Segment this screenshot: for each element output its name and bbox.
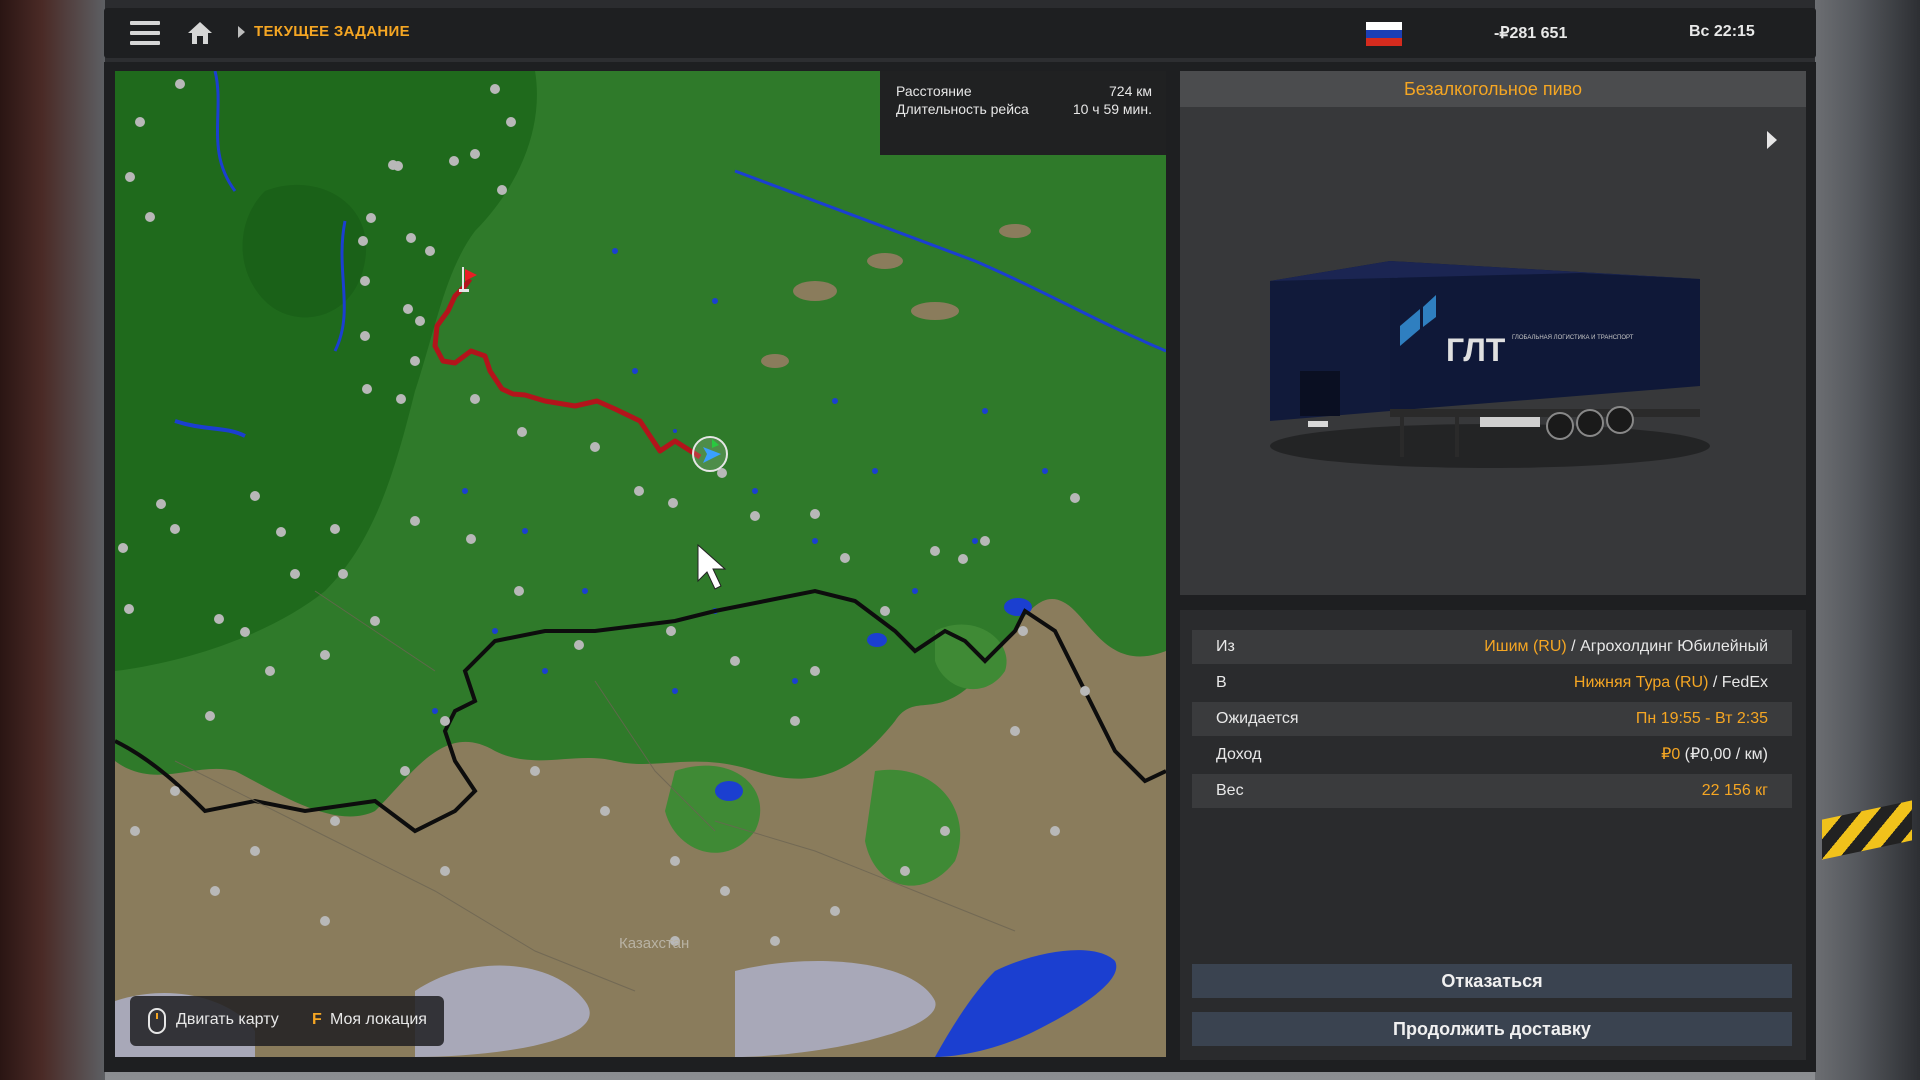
income-value: ₽0 [1661, 746, 1681, 763]
from-company: / Агрохолдинг Юбилейный [1566, 638, 1768, 655]
duration-value: 10 ч 59 мин. [1072, 101, 1152, 117]
route-map[interactable]: Казахстан [115, 71, 1166, 1057]
weight-row: Вес 22 156 кг [1192, 774, 1792, 808]
cargo-preview: Безалкогольное пиво ГЛТ ГЛОБАЛЬНАЯ ЛОГИС… [1180, 71, 1806, 595]
chevron-right-icon[interactable] [1767, 131, 1777, 149]
cancel-job-button[interactable]: Отказаться [1192, 964, 1792, 998]
hamburger-icon[interactable] [130, 21, 160, 45]
job-details: Из Ишим (RU) / Агрохолдинг Юбилейный В Н… [1180, 610, 1806, 1060]
from-city: Ишим (RU) [1484, 638, 1567, 655]
garage-wall-left [0, 0, 105, 1080]
russia-flag-icon [1366, 22, 1402, 46]
cargo-title: Безалкогольное пиво [1180, 71, 1806, 107]
game-clock: Вс 22:15 [1689, 23, 1755, 40]
weight-value: 22 156 кг [1701, 782, 1768, 799]
income-label: Доход [1216, 746, 1262, 763]
player-position-icon [692, 436, 728, 472]
trailer-brand-sub: ГЛОБАЛЬНАЯ ЛОГИСТИКА И ТРАНСПОРТ [1512, 335, 1634, 341]
money-balance: -₽281 651 [1494, 25, 1568, 42]
distance-value: 724 км [1109, 83, 1152, 99]
from-row: Из Ишим (RU) / Агрохолдинг Юбилейный [1192, 630, 1792, 664]
map-canvas[interactable] [115, 71, 1166, 1057]
top-bar: ТЕКУЩЕЕ ЗАДАНИЕ -₽281 651 Вс 22:15 [104, 8, 1816, 58]
duration-label: Длительность рейса [896, 101, 1029, 117]
income-row: Доход ₽0 (₽0,00 / км) [1192, 738, 1792, 772]
my-location-hint[interactable]: Моя локация [330, 1011, 427, 1029]
route-info-box: Расстояние 724 км Длительность рейса 10 … [880, 71, 1166, 155]
expected-row: Ожидается Пн 19:55 - Вт 2:35 [1192, 702, 1792, 736]
to-row: В Нижняя Тура (RU) / FedEx [1192, 666, 1792, 700]
to-company: / FedEx [1708, 674, 1768, 691]
from-label: Из [1216, 638, 1235, 655]
income-rate: (₽0,00 / км) [1680, 746, 1768, 763]
trailer-image: ГЛТ ГЛОБАЛЬНАЯ ЛОГИСТИКА И ТРАНСПОРТ [1270, 261, 1710, 468]
expected-label: Ожидается [1216, 710, 1299, 727]
move-map-hint: Двигать карту [176, 1011, 279, 1028]
continue-delivery-button[interactable]: Продолжить доставку [1192, 1012, 1792, 1046]
to-label: В [1216, 674, 1227, 691]
country-label: Казахстан [619, 935, 690, 952]
home-icon[interactable] [186, 20, 214, 46]
distance-label: Расстояние [896, 83, 972, 99]
trailer-brand: ГЛТ [1446, 332, 1506, 368]
weight-label: Вес [1216, 782, 1244, 799]
expected-value: Пн 19:55 - Вт 2:35 [1635, 710, 1768, 727]
map-controls-hint: Двигать карту F Моя локация [130, 996, 444, 1046]
hint-key-f: F [312, 1011, 322, 1028]
garage-wall-right [1815, 0, 1920, 1080]
to-city: Нижняя Тура (RU) [1573, 674, 1709, 691]
breadcrumb[interactable]: ТЕКУЩЕЕ ЗАДАНИЕ [254, 23, 410, 40]
mouse-icon [148, 1008, 166, 1034]
breadcrumb-arrow-icon [238, 26, 245, 38]
